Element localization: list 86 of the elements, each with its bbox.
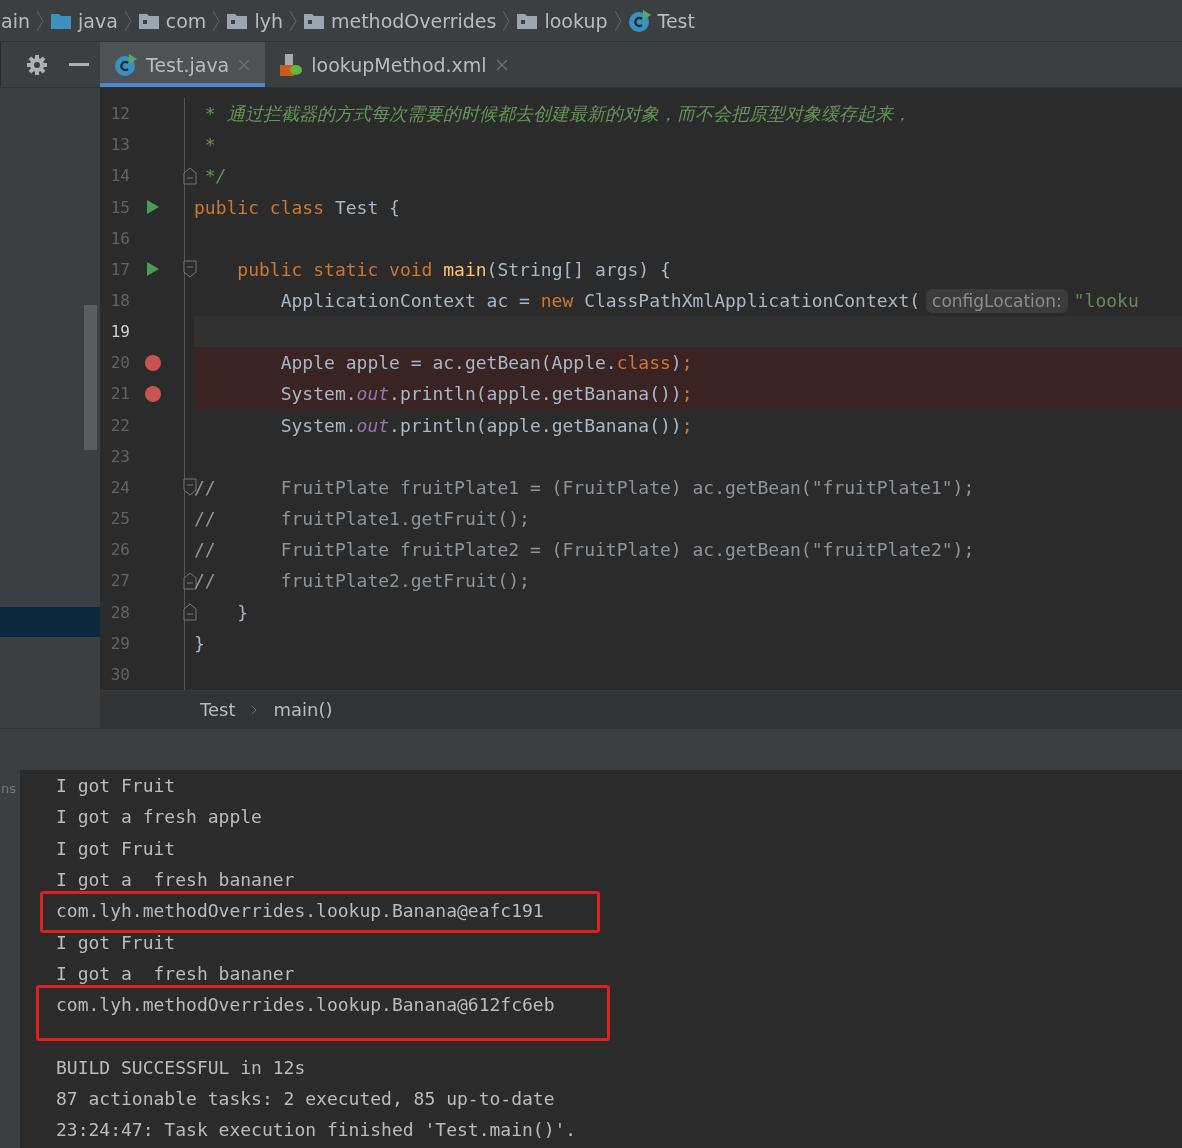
- code-line: // fruitPlate2.getFruit();: [194, 570, 530, 592]
- line-number: 27: [110, 571, 130, 591]
- breakpoint-icon[interactable]: [143, 353, 162, 372]
- run-icon[interactable]: [145, 261, 160, 278]
- code-line: System.out.println(apple.getBanana());: [279, 414, 693, 436]
- code-line: public static void main(String[] args) {: [236, 258, 671, 280]
- close-icon[interactable]: [237, 57, 252, 72]
- breadcrumb-item[interactable]: java: [49, 9, 118, 32]
- console-line: BUILD SUCCESSFUL in 12s: [56, 1056, 306, 1078]
- fold-icon[interactable]: [183, 166, 197, 185]
- console-line: 23:24:47: Task execution finished 'Test.main()'.: [56, 1119, 577, 1141]
- console-line: I got Fruit: [56, 931, 176, 953]
- code-line: // fruitPlate1.getFruit();: [194, 508, 530, 530]
- console-line: com.lyh.methodOverrides.lookup.Banana@612fc6eb: [56, 994, 555, 1016]
- chevron-icon: [502, 8, 511, 33]
- code-line: ApplicationContext ac = new ClassPathXmlApplicationContext( configLocation: "looku: [279, 288, 1139, 313]
- line-number: 28: [110, 602, 130, 622]
- code-path-item[interactable]: main(): [273, 699, 333, 720]
- code-path-item[interactable]: Test: [200, 699, 236, 720]
- code-line: }: [236, 601, 249, 623]
- breadcrumb-item[interactable]: lyh: [226, 9, 283, 32]
- console-line: com.lyh.methodOverrides.lookup.Banana@eafc191: [56, 900, 544, 922]
- console-line: I got a fresh bananer: [56, 869, 295, 891]
- line-number: 30: [110, 664, 130, 684]
- line-number: 24: [110, 477, 130, 497]
- line-number: 19: [110, 322, 130, 342]
- code-line: Apple apple = ac.getBean(Apple.class);: [279, 352, 693, 374]
- code-line: *: [203, 134, 216, 156]
- console-line: 87 actionable tasks: 2 executed, 85 up-to-date: [56, 1088, 555, 1110]
- code-line: public class Test {: [194, 196, 400, 218]
- breadcrumb-item[interactable]: Test: [627, 8, 695, 33]
- editor-tab[interactable]: lookupMethod.xml: [265, 42, 523, 87]
- package-folder-icon: [226, 11, 249, 30]
- package-folder-icon: [302, 11, 325, 30]
- class-icon: [114, 52, 138, 77]
- fold-icon[interactable]: [183, 478, 197, 497]
- fold-icon[interactable]: [183, 603, 197, 622]
- line-number: 13: [110, 135, 130, 155]
- breadcrumb-item[interactable]: ain: [1, 9, 30, 32]
- editor-tab[interactable]: Test.java: [100, 42, 266, 87]
- code-line: System.out.println(apple.getBanana());: [279, 383, 693, 405]
- console-line: I got Fruit: [56, 775, 176, 797]
- line-number: 15: [110, 197, 130, 217]
- line-number: 26: [110, 540, 130, 560]
- package-folder-icon: [137, 11, 160, 30]
- console-line: I got a fresh apple: [56, 806, 262, 828]
- chevron-icon: [212, 8, 221, 33]
- line-number: 23: [110, 446, 130, 466]
- code-line: // FruitPlate fruitPlate2 = (FruitPlate) ac.getBean("fruitPlate2");: [194, 539, 975, 561]
- class-icon: [627, 8, 652, 33]
- code-line: }: [194, 632, 205, 654]
- breadcrumb-item[interactable]: com: [137, 9, 207, 32]
- line-number: 21: [110, 384, 130, 404]
- line-number: 14: [110, 166, 130, 186]
- chevron-icon: [251, 704, 258, 715]
- fold-icon[interactable]: [183, 571, 197, 590]
- side-label: ns: [1, 781, 16, 796]
- xml-file-icon: [279, 52, 304, 77]
- console-line: I got Fruit: [56, 837, 176, 859]
- line-number: 22: [110, 415, 130, 435]
- line-number: 17: [110, 259, 130, 279]
- line-number: 16: [110, 228, 130, 248]
- line-number: 12: [110, 104, 130, 124]
- line-number: 18: [110, 291, 130, 310]
- breadcrumb-item[interactable]: lookup: [516, 9, 608, 32]
- chevron-icon: [613, 8, 622, 33]
- breadcrumb-item[interactable]: methodOverrides: [302, 9, 497, 32]
- code-line: */: [203, 165, 227, 187]
- line-number: 20: [110, 353, 130, 373]
- scrollbar-thumb[interactable]: [84, 305, 97, 450]
- package-folder-icon: [516, 11, 539, 30]
- line-number: 29: [110, 633, 130, 653]
- code-line: // FruitPlate fruitPlate1 = (FruitPlate) ac.getBean("fruitPlate1");: [194, 476, 975, 498]
- console-line: I got a fresh bananer: [56, 962, 295, 984]
- breakpoint-icon[interactable]: [143, 385, 162, 403]
- chevron-icon: [288, 8, 297, 33]
- chevron-icon: [35, 8, 44, 33]
- run-icon[interactable]: [145, 199, 160, 216]
- chevron-icon: [123, 8, 132, 33]
- code-line: * 通过拦截器的方式每次需要的时候都去创建最新的对象，而不会把原型对象缓存起来，: [203, 101, 911, 126]
- folder-icon: [49, 11, 72, 30]
- fold-icon[interactable]: [183, 260, 197, 279]
- settings-icon[interactable]: [25, 53, 48, 76]
- close-icon[interactable]: [494, 57, 509, 72]
- minimize-icon[interactable]: [69, 62, 90, 67]
- line-number: 25: [110, 509, 130, 529]
